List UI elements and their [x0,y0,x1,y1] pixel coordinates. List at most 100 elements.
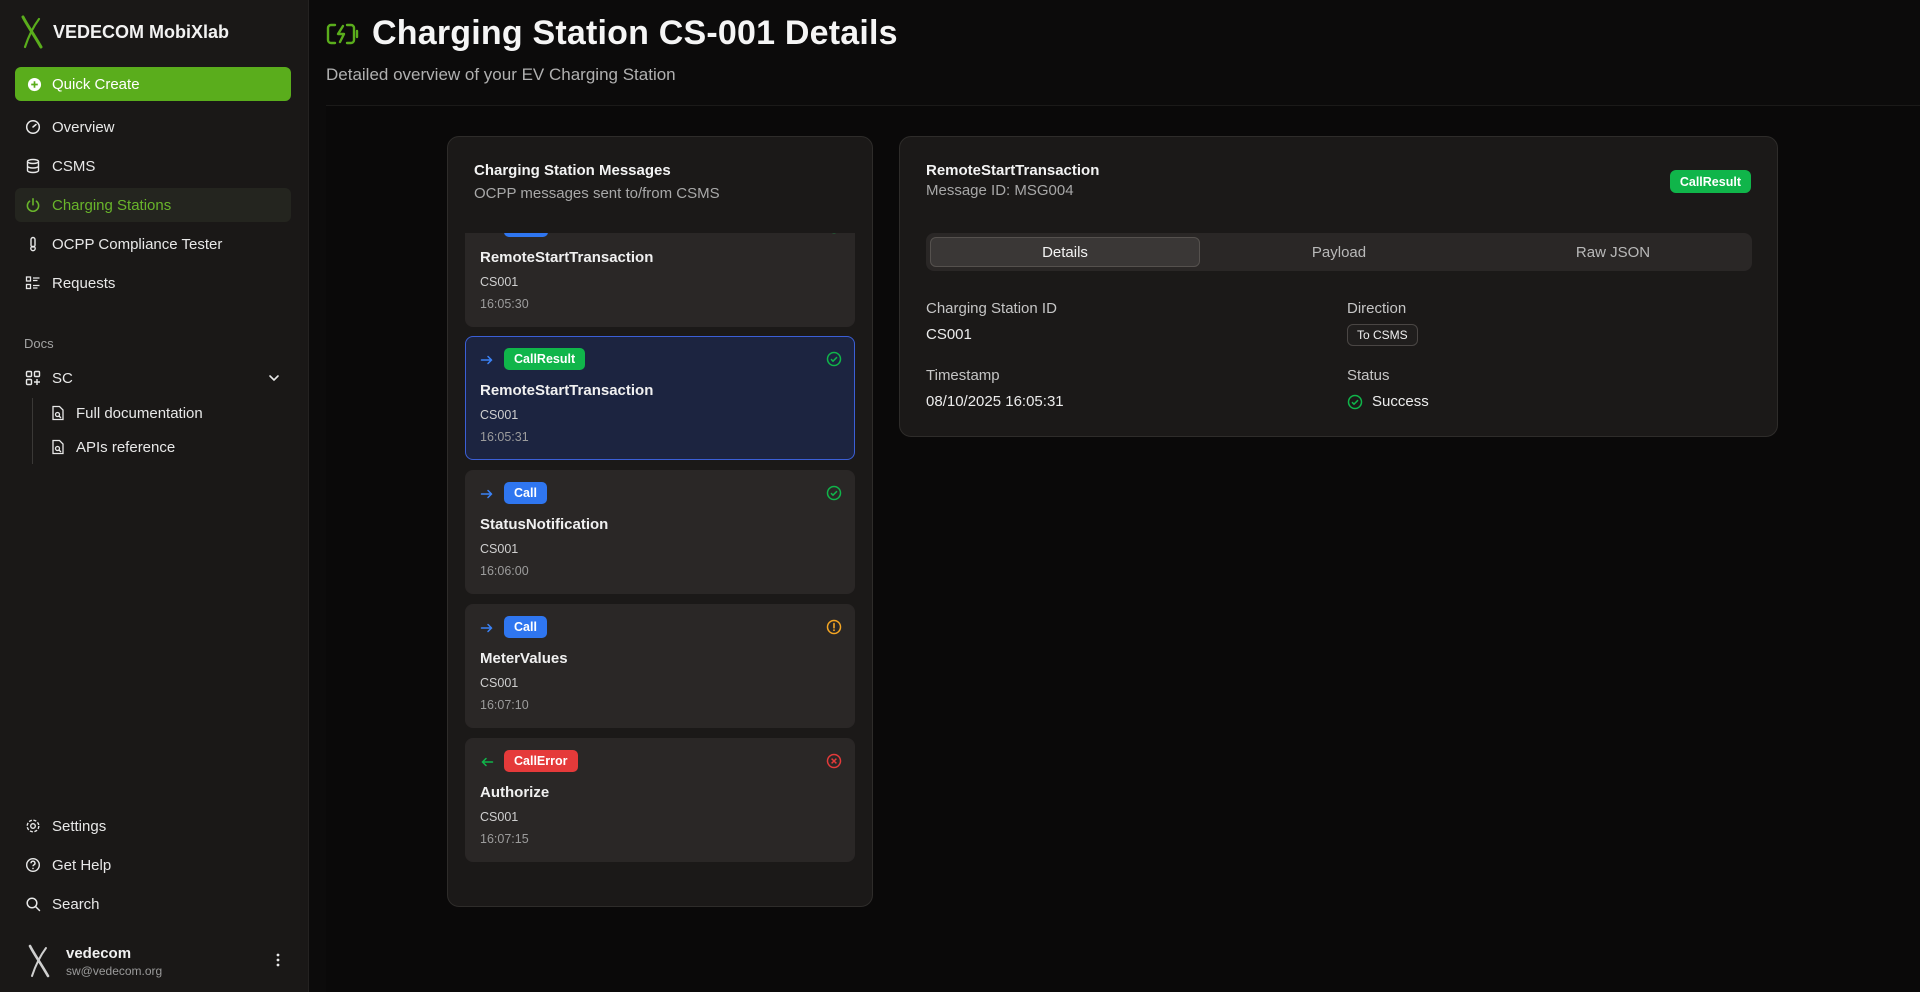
arrow-right-icon [480,623,493,633]
message-type-badge: CallResult [504,348,586,370]
message-time: 16:05:31 [480,430,529,444]
message-station: CS001 [480,542,519,556]
sidebar-item-requests[interactable]: Requests [15,266,291,300]
arrow-right-icon [480,489,493,499]
sidebar-subitem-full-documentation[interactable]: Full documentation [44,398,284,428]
detail-tabs: Details Payload Raw JSON [926,233,1752,271]
sidebar-item-label: Charging Stations [52,196,172,214]
message-card[interactable]: Call MeterValues CS001 16:07:10 [465,604,855,728]
check-circle-icon [826,351,842,367]
sidebar-group-label: SC [52,369,73,387]
message-card[interactable]: CallError Authorize CS001 16:07:15 [465,738,855,862]
message-card[interactable]: RemoteStartTransaction CS001 16:05:30 [465,233,855,327]
sidebar-item-overview[interactable]: Overview [15,110,291,144]
sidebar-item-ocpp-compliance-tester[interactable]: OCPP Compliance Tester [15,227,291,261]
message-name: StatusNotification [480,516,609,533]
more-vertical-icon[interactable] [270,952,286,968]
docs-section-label: Docs [24,336,54,351]
sidebar-item-label: Overview [52,118,115,136]
station-id-label: Charging Station ID [926,300,1057,317]
tab-raw-json[interactable]: Raw JSON [1478,237,1748,267]
detail-title: RemoteStartTransaction [926,162,1100,179]
gear-icon [26,819,40,833]
sidebar-subitem-label: APIs reference [76,438,176,456]
message-name: MeterValues [480,650,568,667]
direction-label: Direction [1347,300,1407,317]
message-card-selected[interactable]: CallResult RemoteStartTransaction CS001 … [465,336,855,460]
sidebar-item-label: Settings [52,817,107,835]
direction-badge: To CSMS [1347,324,1418,346]
power-icon [26,198,40,212]
thermometer-icon [30,236,36,252]
tab-details[interactable]: Details [930,237,1200,267]
tab-payload[interactable]: Payload [1204,237,1474,267]
sidebar-item-label: Requests [52,274,116,292]
timestamp-value: 08/10/2025 16:05:31 [926,393,1064,410]
message-time: 16:05:30 [480,297,529,311]
user-name: vedecom [66,944,132,962]
messages-panel: Charging Station Messages OCPP messages … [447,136,873,907]
mobixlab-logo-icon [21,15,43,49]
sidebar-group-sc[interactable]: SC [15,361,291,395]
page-subtitle: Detailed overview of your EV Charging St… [326,65,676,84]
list-icon [25,276,40,290]
sidebar-item-label: CSMS [52,157,96,175]
brand-name: VEDECOM MobiXlab [53,21,230,42]
message-type-badge: Call [504,616,547,638]
check-circle-icon [826,485,842,501]
timestamp-label: Timestamp [926,367,1000,384]
message-type-badge: Call [504,482,547,504]
brand[interactable]: VEDECOM MobiXlab [19,15,229,49]
avatar [28,944,50,978]
message-time: 16:07:15 [480,832,529,846]
message-time: 16:07:10 [480,698,529,712]
sidebar-item-search[interactable]: Search [15,887,291,921]
message-type-badge [504,233,548,237]
x-circle-icon [826,753,842,769]
message-type-badge: CallError [504,750,578,772]
check-circle-icon [832,233,836,234]
message-list[interactable]: RemoteStartTransaction CS001 16:05:30 Ca… [465,233,855,873]
message-time: 16:06:00 [480,564,529,578]
message-card[interactable]: Call StatusNotification CS001 16:06:00 [465,470,855,594]
file-search-icon [52,405,64,421]
arrow-right-icon [480,355,493,365]
message-station: CS001 [480,408,519,422]
arrow-left-icon [481,757,494,767]
status-indicator: Success [1347,393,1429,410]
sidebar-item-csms[interactable]: CSMS [15,149,291,183]
message-name: RemoteStartTransaction [480,249,654,266]
user-profile[interactable]: vedecom sw@vedecom.org [24,944,294,978]
database-icon [26,158,40,174]
help-circle-icon [25,857,41,873]
message-station: CS001 [480,810,519,824]
sidebar-subitem-label: Full documentation [76,404,203,422]
user-email: sw@vedecom.org [66,963,163,978]
sidebar-item-get-help[interactable]: Get Help [15,848,291,882]
plus-circle-icon [27,77,42,91]
gauge-icon [25,119,41,135]
alert-circle-icon [826,619,842,635]
status-label: Status [1347,367,1390,384]
sidebar: VEDECOM MobiXlab Quick Create Overview C… [0,0,309,992]
sub-nav-line [32,398,33,464]
sidebar-item-settings[interactable]: Settings [15,809,291,843]
file-search-icon [52,439,64,455]
message-station: CS001 [480,275,519,289]
station-id-value: CS001 [926,326,972,343]
quick-create-label: Quick Create [52,75,140,93]
battery-charging-icon [326,23,359,44]
page-header: Charging Station CS-001 Details [326,14,898,53]
grid-icon [25,370,41,386]
chevron-down-icon[interactable] [267,371,281,385]
quick-create-button[interactable]: Quick Create [15,67,291,101]
sidebar-subitem-apis-reference[interactable]: APIs reference [44,432,284,462]
message-detail-panel: RemoteStartTransaction Message ID: MSG00… [899,136,1778,437]
sidebar-item-charging-stations[interactable]: Charging Stations [15,188,291,222]
detail-type-badge: CallResult [1669,170,1751,193]
sidebar-item-label: OCPP Compliance Tester [52,235,223,253]
message-name: Authorize [480,784,550,801]
check-circle-icon [1347,394,1363,409]
sidebar-item-label: Get Help [52,856,112,874]
status-value: Success [1372,393,1429,410]
